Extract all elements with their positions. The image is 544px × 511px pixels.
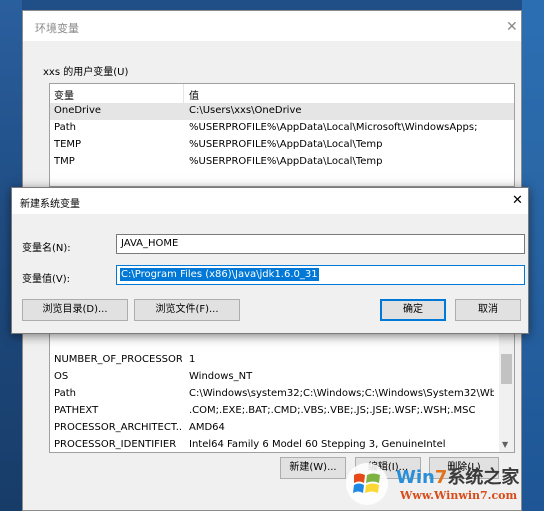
- windows-logo-icon: [346, 463, 388, 505]
- variable-value: AMD64: [189, 422, 225, 433]
- variable-name: Path: [54, 122, 76, 133]
- window-titlebar: 环境变量 ✕: [23, 11, 521, 41]
- table-row[interactable]: NUMBER_OF_PROCESSORS 1: [50, 352, 514, 369]
- dialog-titlebar: 新建系统变量 ✕: [12, 188, 528, 214]
- user-variables-label: xxs 的用户变量(U): [43, 67, 129, 78]
- watermark: Win7系统之家 Www.Winwin7.com: [344, 457, 544, 511]
- variable-name-input-text: JAVA_HOME: [121, 238, 179, 249]
- table-row[interactable]: PATHEXT .COM;.EXE;.BAT;.CMD;.VBS;.VBE;.J…: [50, 403, 514, 420]
- variable-value: C:\Windows\system32;C:\Windows;C:\Window…: [189, 388, 494, 399]
- variable-name: PROCESSOR_IDENTIFIER: [54, 439, 177, 450]
- variable-value: Windows_NT: [189, 371, 253, 382]
- variable-value-input-text: C:\Program Files (x86)\Java\jdk1.6.0_31: [120, 268, 319, 281]
- new-system-variable-dialog: 新建系统变量 ✕ 变量名(N): JAVA_HOME 变量值(V): C:\Pr…: [11, 187, 529, 334]
- table-row[interactable]: TMP %USERPROFILE%\AppData\Local\Temp: [50, 154, 514, 171]
- vertical-scrollbar[interactable]: ▼: [499, 326, 514, 452]
- window-title: 环境变量: [35, 22, 79, 35]
- browse-directory-button[interactable]: 浏览目录(D)...: [22, 299, 128, 321]
- system-variables-list[interactable]: NUMBER_OF_PROCESSORS 1 OS Windows_NT Pat…: [49, 325, 515, 453]
- variable-name-label: 变量名(N):: [22, 243, 71, 254]
- variable-name: Path: [54, 388, 76, 399]
- variable-name: PROCESSOR_ARCHITECT...: [54, 422, 182, 433]
- variable-value: .COM;.EXE;.BAT;.CMD;.VBS;.VBE;.JS;.JSE;.…: [189, 405, 476, 416]
- cancel-button[interactable]: 取消: [455, 299, 521, 321]
- table-row[interactable]: OS Windows_NT: [50, 369, 514, 386]
- column-header-value[interactable]: 值: [189, 87, 199, 102]
- variable-name: PATHEXT: [54, 405, 99, 416]
- column-divider[interactable]: [183, 84, 184, 103]
- variable-value: %USERPROFILE%\AppData\Local\Temp: [189, 139, 383, 150]
- close-icon[interactable]: ✕: [506, 19, 518, 35]
- table-row[interactable]: PROCESSOR_ARCHITECT... AMD64: [50, 420, 514, 437]
- table-row[interactable]: Path %USERPROFILE%\AppData\Local\Microso…: [50, 120, 514, 137]
- close-icon[interactable]: ✕: [512, 193, 523, 208]
- variable-name-input[interactable]: JAVA_HOME: [116, 234, 525, 254]
- variable-name: TMP: [54, 156, 75, 167]
- variable-value: 1: [189, 354, 196, 365]
- watermark-brand: Win7系统之家: [396, 467, 520, 488]
- variable-name: OS: [54, 371, 69, 382]
- variable-value: Intel64 Family 6 Model 60 Stepping 3, Ge…: [189, 439, 446, 450]
- list-header: 变量 值: [50, 84, 514, 104]
- variable-name: OneDrive: [54, 105, 102, 116]
- variable-value-label: 变量值(V):: [22, 274, 71, 285]
- table-row[interactable]: Path C:\Windows\system32;C:\Windows;C:\W…: [50, 386, 514, 403]
- user-variables-list[interactable]: 变量 值 OneDrive C:\Users\xxs\OneDrive Path…: [49, 83, 515, 187]
- table-row[interactable]: PROCESSOR_IDENTIFIER Intel64 Family 6 Mo…: [50, 437, 514, 452]
- scrollbar-thumb[interactable]: [501, 354, 512, 384]
- variable-name: TEMP: [54, 139, 82, 150]
- variable-value: %USERPROFILE%\AppData\Local\Temp: [189, 156, 383, 167]
- scroll-down-arrow-icon[interactable]: ▼: [502, 440, 508, 449]
- table-row[interactable]: OneDrive C:\Users\xxs\OneDrive: [50, 103, 514, 120]
- browse-file-button[interactable]: 浏览文件(F)...: [134, 299, 240, 321]
- variable-value: %USERPROFILE%\AppData\Local\Microsoft\Wi…: [189, 122, 478, 133]
- dialog-title: 新建系统变量: [20, 199, 80, 210]
- ok-button[interactable]: 确定: [380, 299, 446, 321]
- variable-value: C:\Users\xxs\OneDrive: [189, 105, 302, 116]
- table-row[interactable]: TEMP %USERPROFILE%\AppData\Local\Temp: [50, 137, 514, 154]
- column-header-variable[interactable]: 变量: [54, 87, 74, 102]
- variable-name: NUMBER_OF_PROCESSORS: [54, 354, 182, 365]
- watermark-url: Www.Winwin7.com: [400, 489, 518, 502]
- new-variable-button[interactable]: 新建(W)...: [280, 457, 346, 479]
- variable-value-input[interactable]: C:\Program Files (x86)\Java\jdk1.6.0_31: [116, 265, 525, 285]
